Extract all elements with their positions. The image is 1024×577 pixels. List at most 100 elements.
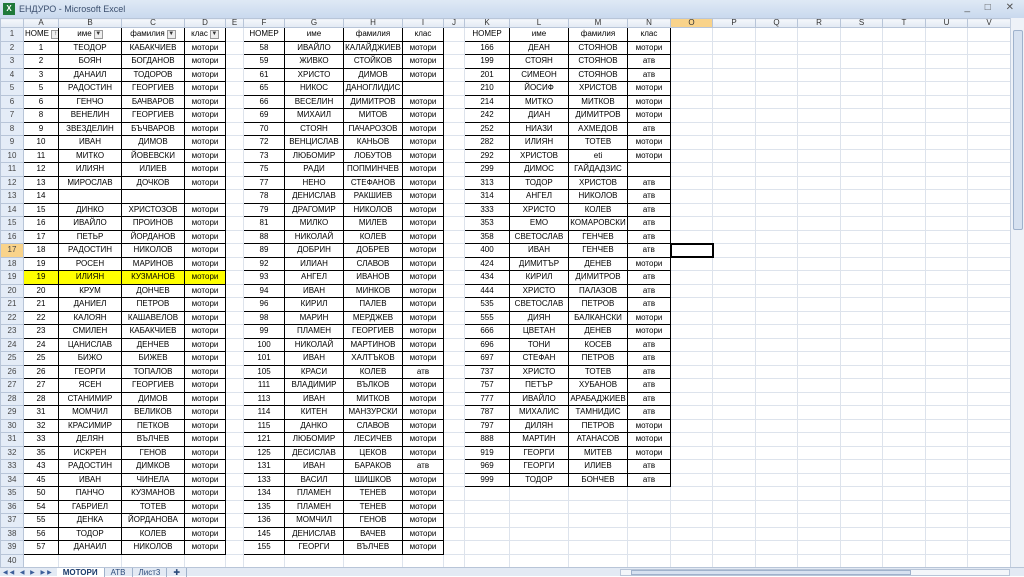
cell[interactable]: ДИМКОВ	[121, 459, 185, 474]
cell[interactable]	[443, 40, 465, 55]
cell[interactable]: 757	[464, 378, 510, 393]
cell[interactable]: ВЪЛКОВ	[343, 378, 403, 393]
cell[interactable]	[225, 499, 244, 514]
cell[interactable]	[225, 472, 244, 487]
cell[interactable]: МОМЧИЛ	[58, 405, 122, 420]
cell[interactable]: атв	[627, 67, 671, 82]
cell[interactable]	[712, 40, 756, 55]
cell[interactable]	[464, 486, 510, 501]
header-cell[interactable]: фамилия ▼	[121, 27, 185, 42]
cell[interactable]	[402, 81, 444, 96]
cell[interactable]: мотори	[402, 94, 444, 109]
cell[interactable]: ЗВЕЗДЕЛИН	[58, 121, 122, 136]
cell[interactable]	[967, 553, 1011, 568]
cell[interactable]	[568, 526, 628, 541]
row-header[interactable]: 23	[0, 324, 24, 339]
cell[interactable]	[967, 81, 1011, 96]
cell[interactable]: ЖИВКО	[284, 54, 344, 69]
cell[interactable]: СТЕФАНОВ	[343, 175, 403, 190]
column-header-D[interactable]: D	[184, 18, 226, 28]
cell[interactable]: мотори	[402, 270, 444, 285]
cell[interactable]	[755, 432, 798, 447]
row-header[interactable]: 6	[0, 94, 24, 109]
cell[interactable]	[225, 162, 244, 177]
cell[interactable]	[967, 121, 1011, 136]
cell[interactable]	[712, 472, 756, 487]
horizontal-scrollbar[interactable]	[620, 569, 1010, 576]
cell[interactable]	[225, 526, 244, 541]
cell[interactable]: мотори	[184, 432, 226, 447]
cell[interactable]	[712, 297, 756, 312]
cell[interactable]	[225, 418, 244, 433]
filter-dropdown-icon[interactable]: ▼	[166, 29, 176, 39]
cell[interactable]: 314	[464, 189, 510, 204]
insert-sheet-icon[interactable]: ✚	[167, 567, 188, 577]
cell[interactable]: мотори	[402, 121, 444, 136]
cell[interactable]: ЙОСИФ	[509, 81, 569, 96]
cell[interactable]	[443, 486, 465, 501]
cell[interactable]: мотори	[184, 513, 226, 528]
cell[interactable]	[882, 135, 926, 150]
cell[interactable]	[840, 472, 883, 487]
cell[interactable]: 121	[243, 432, 285, 447]
cell[interactable]	[840, 121, 883, 136]
cell[interactable]: 23	[23, 324, 59, 339]
cell[interactable]	[755, 162, 798, 177]
cell[interactable]: мотори	[402, 202, 444, 217]
cell[interactable]	[443, 553, 465, 568]
cell[interactable]: КАШАВЕЛОВ	[121, 310, 185, 325]
cell[interactable]	[925, 256, 968, 271]
cell[interactable]: атв	[627, 337, 671, 352]
cell[interactable]	[225, 391, 244, 406]
cell[interactable]: мотори	[184, 337, 226, 352]
cell[interactable]: БЪЧВАРОВ	[121, 121, 185, 136]
cell[interactable]: мотори	[402, 499, 444, 514]
cell[interactable]	[925, 67, 968, 82]
cell[interactable]	[797, 540, 841, 555]
cell[interactable]: мотори	[402, 540, 444, 555]
cell[interactable]	[755, 67, 798, 82]
cell[interactable]	[712, 121, 756, 136]
cell[interactable]	[121, 189, 185, 204]
header-cell[interactable]: име	[509, 27, 569, 42]
cell[interactable]: КУЗМАНОВ	[121, 270, 185, 285]
cell[interactable]: ШИШКОВ	[343, 472, 403, 487]
cell[interactable]	[443, 202, 465, 217]
column-header-T[interactable]: T	[882, 18, 926, 28]
cell[interactable]: МАРТИНОВ	[343, 337, 403, 352]
cell[interactable]: 555	[464, 310, 510, 325]
cell[interactable]	[670, 445, 713, 460]
cell[interactable]: мотори	[184, 351, 226, 366]
cell[interactable]: ГЕОРГИЕВ	[121, 108, 185, 123]
cell[interactable]: ДИМОВ	[121, 135, 185, 150]
cell[interactable]	[840, 81, 883, 96]
column-header-N[interactable]: N	[627, 18, 671, 28]
cell[interactable]: ПЕТРОВ	[568, 418, 628, 433]
row-header[interactable]: 34	[0, 472, 24, 487]
cell[interactable]	[443, 310, 465, 325]
cell[interactable]	[882, 364, 926, 379]
cell[interactable]: ДИАН	[509, 108, 569, 123]
cell[interactable]: мотори	[402, 351, 444, 366]
column-header-Q[interactable]: Q	[755, 18, 798, 28]
cell[interactable]: МАНЗУРСКИ	[343, 405, 403, 420]
cell[interactable]: мотори	[184, 324, 226, 339]
cell[interactable]	[670, 418, 713, 433]
cell[interactable]: ДАНИЕЛ	[58, 297, 122, 312]
cell[interactable]	[225, 40, 244, 55]
cell[interactable]	[670, 135, 713, 150]
cell[interactable]: 210	[464, 81, 510, 96]
cell[interactable]	[225, 189, 244, 204]
cell[interactable]: КИТЕН	[284, 405, 344, 420]
cell[interactable]: ДИМОС	[509, 162, 569, 177]
cell[interactable]: КАНЬОВ	[343, 135, 403, 150]
cell[interactable]: мотори	[627, 135, 671, 150]
cell[interactable]	[755, 243, 798, 258]
cell[interactable]: 299	[464, 162, 510, 177]
cell[interactable]: 2	[23, 54, 59, 69]
cell[interactable]	[967, 513, 1011, 528]
cell[interactable]	[225, 297, 244, 312]
cell[interactable]	[967, 364, 1011, 379]
cell[interactable]: мотори	[184, 94, 226, 109]
cell[interactable]: ДИМИТЪР	[509, 256, 569, 271]
